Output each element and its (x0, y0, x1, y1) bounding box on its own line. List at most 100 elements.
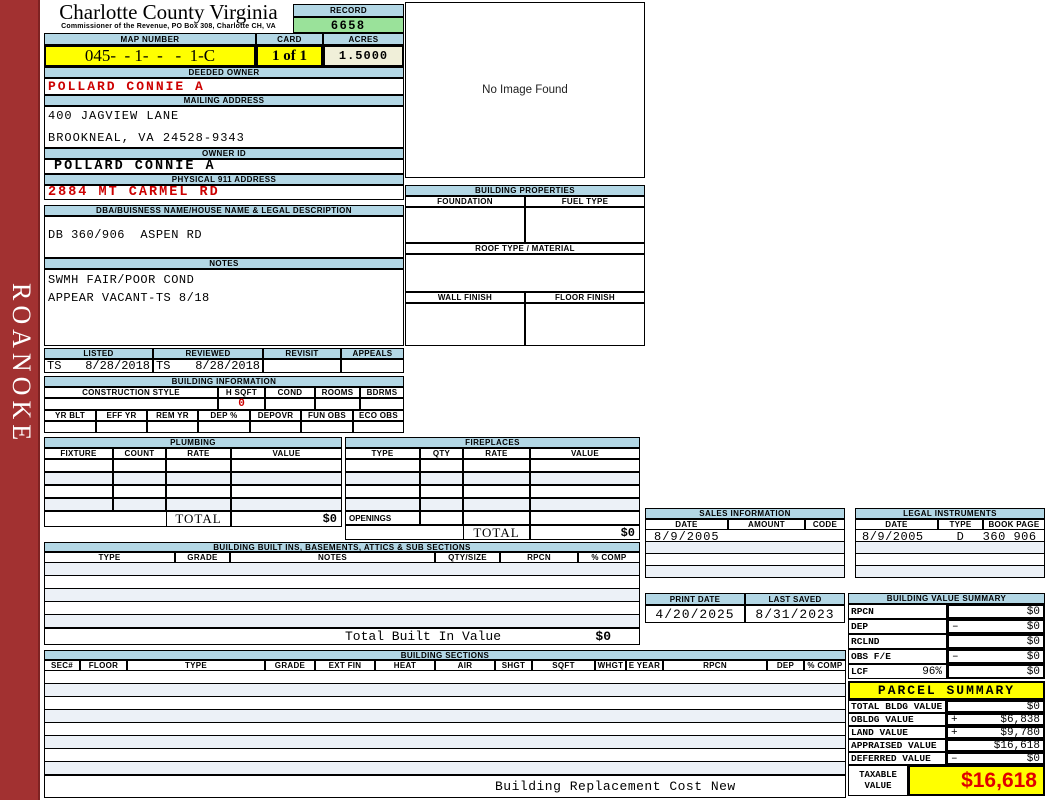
sales-row (645, 542, 845, 554)
bs-eyear-label: E YEAR (626, 660, 663, 671)
bvs-value: $0 (1027, 621, 1040, 633)
record-label: RECORD (293, 4, 404, 17)
owner-id-value: POLLARD CONNIE A (44, 159, 404, 174)
rate-label: RATE (166, 448, 231, 459)
acres-value: 1.5000 (323, 45, 404, 67)
foundation-label: FOUNDATION (405, 196, 525, 207)
sales-amount-label: AMOUNT (728, 519, 805, 530)
legal-date-label: DATE (855, 519, 938, 530)
plumbing-row (44, 485, 342, 498)
visits-value-row: TS 8/28/2018 TS 8/28/2018 (44, 359, 404, 373)
fireplaces-row (345, 472, 640, 485)
district-sidebar: ROANOKE (0, 0, 40, 800)
plumbing-total-row: TOTAL $0 (44, 511, 342, 527)
building-sections-row (44, 710, 846, 723)
commissioner-line: Commissioner of the Revenue, PO Box 308,… (44, 23, 293, 30)
legal-row (855, 542, 1045, 554)
fuel-type-label: FUEL TYPE (525, 196, 645, 207)
floor-finish-value (525, 303, 645, 346)
h-sqft-value: 0 (218, 398, 265, 410)
legal-row (855, 566, 1045, 578)
revisit-label: REVISIT (263, 348, 341, 359)
no-image-text: No Image Found (482, 84, 568, 96)
fp-value-label: VALUE (530, 448, 640, 459)
parcel-value: $0 (1027, 753, 1040, 765)
dep-pct-label: DEP % (198, 410, 250, 421)
listed-by: TS (47, 359, 61, 373)
building-sections-footer: Building Replacement Cost New (44, 775, 846, 798)
plumbing-row (44, 459, 342, 472)
building-properties-title: BUILDING PROPERTIES (405, 185, 645, 196)
county-title: Charlotte County Virginia (44, 1, 293, 23)
map-number-label: MAP NUMBER (44, 33, 256, 45)
building-sections-title: BUILDING SECTIONS (44, 650, 846, 660)
foundation-value (405, 207, 525, 243)
fp-type-label: TYPE (345, 448, 420, 459)
sales-information-title: SALES INFORMATION (645, 508, 845, 519)
dates-values: 4/20/2025 8/31/2023 (645, 605, 845, 623)
sales-row (645, 566, 845, 578)
plumbing-headers: FIXTURE COUNT RATE VALUE (44, 448, 342, 459)
plumbing-row (44, 498, 342, 511)
map-number-value: 045- - 1- - - 1-C (44, 45, 256, 67)
bs-air-label: AIR (435, 660, 495, 671)
fireplaces-title: FIREPLACES (345, 437, 640, 448)
taxable-value: $16,618 (908, 765, 1045, 796)
fireplaces-row (345, 498, 640, 511)
fireplaces-total-label: TOTAL (463, 525, 530, 540)
fireplaces-headers: TYPE QTY RATE VALUE (345, 448, 640, 459)
sales-code-label: CODE (805, 519, 845, 530)
building-info-header1: CONSTRUCTION STYLE H SQFT COND ROOMS BDR… (44, 387, 404, 398)
parcel-label: TOTAL BLDG VALUE (848, 700, 946, 713)
fireplaces-row (345, 459, 640, 472)
visits-header-row: LISTED REVIEWED REVISIT APPEALS (44, 348, 404, 359)
district-label: ROANOKE (6, 283, 36, 445)
fireplaces-openings-row: OPENINGS (345, 511, 640, 525)
dates-headers: PRINT DATE LAST SAVED (645, 593, 845, 605)
plumbing-title: PLUMBING (44, 437, 342, 448)
card-value: 1 of 1 (256, 45, 323, 67)
reviewed-date: 8/28/2018 (195, 359, 260, 373)
mailing-line2: BROOKNEAL, VA 24528-9343 (48, 131, 403, 145)
floor-finish-label: FLOOR FINISH (525, 292, 645, 303)
physical-address-label: PHYSICAL 911 ADDRESS (44, 174, 404, 185)
built-ins-title: BUILDING BUILT INS, BASEMENTS, ATTICS & … (44, 542, 640, 552)
print-date-value: 4/20/2025 (645, 605, 745, 623)
parcel-row: DEFERRED VALUE – $0 (848, 752, 1045, 765)
bs-whgt-label: WHGT (595, 660, 626, 671)
note-line: SWMH FAIR/POOR COND (48, 271, 403, 289)
eco-obs-label: ECO OBS (353, 410, 404, 421)
parcel-op: – (951, 753, 958, 765)
built-ins-total-row: Total Built In Value $0 (44, 628, 640, 645)
mailing-address-label: MAILING ADDRESS (44, 95, 404, 106)
legal-row: 8/9/2005 D 360 906 (855, 530, 1045, 542)
card-label: CARD (256, 33, 323, 45)
parcel-op: + (951, 714, 958, 726)
parcel-value: $6,838 (1000, 714, 1040, 726)
built-ins-row (44, 602, 640, 615)
bvs-value: $0 (1027, 651, 1040, 663)
building-info-values1: 0 (44, 398, 404, 410)
bdrms-label: BDRMS (360, 387, 404, 398)
fuel-type-value (525, 207, 645, 243)
building-sections-row (44, 723, 846, 736)
bs-type-label: TYPE (127, 660, 265, 671)
parcel-row: LAND VALUE + $9,780 (848, 726, 1045, 739)
bs-ext-fin-label: EXT FIN (315, 660, 375, 671)
reviewed-by: TS (156, 359, 170, 373)
built-ins-row (44, 615, 640, 628)
building-sections-row (44, 736, 846, 749)
wall-finish-value (405, 303, 525, 346)
deeded-owner-label: DEEDED OWNER (44, 67, 404, 78)
bvs-row: OBS F/E – $0 (848, 649, 1045, 664)
built-ins-total-value: $0 (595, 629, 611, 644)
rooms-label: ROOMS (315, 387, 360, 398)
fixture-label: FIXTURE (44, 448, 113, 459)
building-sections-row (44, 684, 846, 697)
bvs-value: $0 (1027, 636, 1040, 648)
built-ins-row (44, 563, 640, 576)
roof-label: ROOF TYPE / MATERIAL (405, 243, 645, 254)
county-header: Charlotte County Virginia Commissioner o… (44, 1, 293, 33)
bs-floor-label: FLOOR (80, 660, 127, 671)
count-label: COUNT (113, 448, 166, 459)
